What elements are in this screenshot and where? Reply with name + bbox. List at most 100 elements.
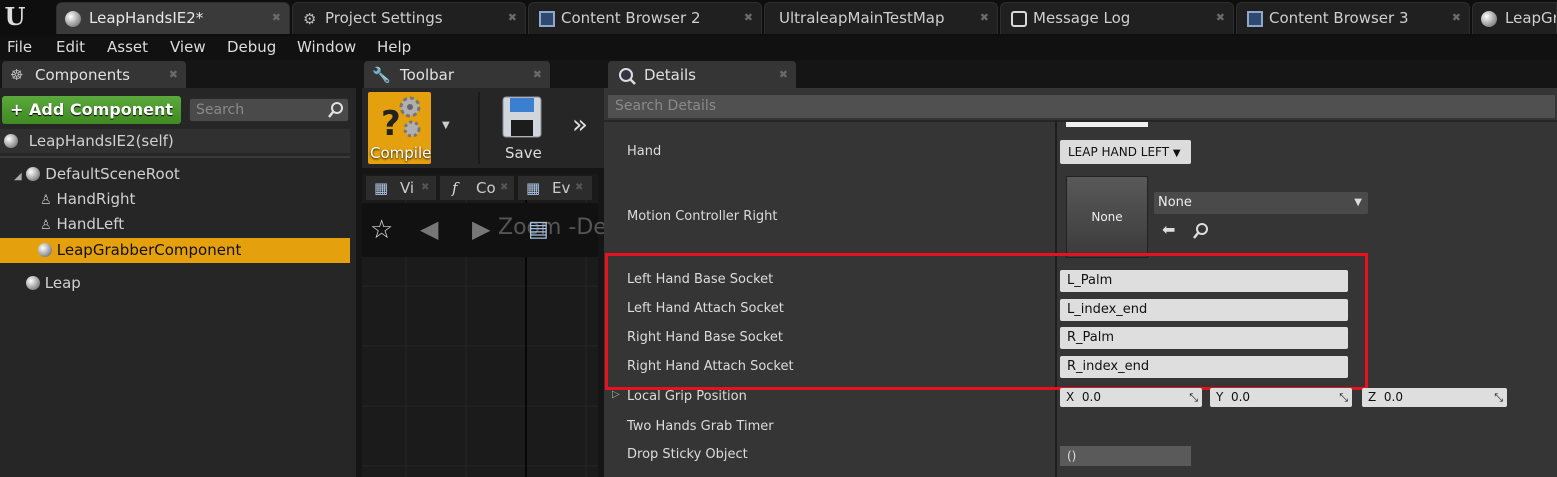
scene-component-icon	[26, 167, 41, 181]
unreal-logo-icon[interactable]: U	[0, 0, 30, 34]
tree-item-leap-grabber-component[interactable]: LeapGrabberComponent	[0, 238, 350, 263]
tree-item-default-scene-root[interactable]: ◢ DefaultSceneRoot	[14, 162, 350, 186]
save-button[interactable]: Save	[490, 92, 554, 164]
search-placeholder: Search	[196, 102, 245, 118]
tab-leaphandsie2[interactable]: LeapHandsIE2* ✖	[56, 2, 290, 34]
menu-help[interactable]: Help	[377, 36, 411, 60]
tab-message-log[interactable]: Message Log ✖	[1000, 2, 1234, 34]
tree-item-self[interactable]: LeapHandsIE2(self)	[0, 129, 350, 153]
back-arrow-icon[interactable]: ◀	[420, 215, 438, 243]
add-component-label: Add Component	[28, 100, 173, 119]
asset-thumbnail[interactable]: None	[1066, 176, 1148, 258]
tab-viewport[interactable]: ▦ Vi ✖	[366, 176, 436, 202]
close-icon[interactable]: ✖	[1452, 3, 1461, 33]
components-search-input[interactable]: Search	[189, 98, 349, 122]
compile-button[interactable]: ? Compile	[368, 92, 431, 164]
menu-view[interactable]: View	[170, 36, 206, 60]
content-browser-icon	[539, 11, 555, 27]
expand-arrow-icon: ◢	[14, 171, 22, 182]
close-icon[interactable]: ✖	[169, 61, 178, 89]
toolbar-separator	[478, 92, 480, 164]
close-icon[interactable]: ✖	[500, 176, 508, 200]
motion-controller-label: Motion Controller Right	[627, 209, 778, 224]
search-placeholder: Search Details	[615, 98, 717, 114]
tree-item-leap[interactable]: Leap	[26, 271, 350, 295]
wrench-icon: 🔧	[372, 66, 391, 84]
compile-options-dropdown-icon[interactable]: ▼	[442, 120, 450, 131]
close-icon[interactable]: ✖	[1216, 3, 1225, 33]
skeletal-mesh-icon: ♙	[40, 193, 52, 208]
save-label: Save	[505, 144, 542, 162]
resize-arrow-icon: ⤡	[1494, 391, 1503, 404]
add-component-button[interactable]: + Add Component ▼	[2, 96, 181, 145]
details-search-input[interactable]: Search Details	[608, 95, 1555, 118]
viewport-icon: ▦	[374, 179, 389, 197]
tab-leapgrabber[interactable]: LeapGr	[1472, 2, 1557, 34]
expand-arrow-icon[interactable]: ▷	[612, 389, 620, 400]
graph-toolbar: ☆ ◀ ▶ Zoom -De ▤	[362, 203, 607, 257]
close-icon[interactable]: ✖	[272, 3, 281, 33]
forward-arrow-icon[interactable]: ▶	[472, 215, 490, 243]
skeletal-mesh-icon: ♙	[40, 218, 52, 233]
menu-asset[interactable]: Asset	[107, 36, 148, 60]
drop-sticky-object-label: Drop Sticky Object	[627, 447, 748, 462]
tab-construction-script[interactable]: f Co ✖	[440, 176, 514, 202]
plus-icon: +	[10, 100, 24, 119]
resize-arrow-icon: ⤡	[1189, 391, 1198, 404]
close-icon[interactable]: ✖	[575, 176, 583, 200]
resize-arrow-icon: ⤡	[1339, 391, 1348, 404]
highlight-box	[605, 253, 1368, 390]
details-title: Details	[644, 66, 697, 84]
hand-value: LEAP HAND LEFT	[1068, 145, 1170, 159]
components-icon: ☸	[10, 66, 24, 84]
close-icon[interactable]: ✖	[744, 3, 753, 33]
function-icon: f	[452, 179, 458, 197]
use-selected-arrow-icon[interactable]: ⬅	[1162, 220, 1175, 239]
details-magnifier-icon	[619, 68, 636, 85]
drop-sticky-object-field[interactable]: ()	[1060, 446, 1191, 466]
tree-divider	[0, 156, 350, 158]
tab-ultraleap-main-test-map[interactable]: UltraleapMainTestMap ✖	[764, 2, 998, 34]
settings-icon: ⚙	[303, 10, 317, 28]
menu-edit[interactable]: Edit	[56, 36, 85, 60]
tree-item-label: HandLeft	[56, 215, 125, 233]
tab-content-browser-2[interactable]: Content Browser 2 ✖	[528, 2, 762, 34]
y-axis-label: Y	[1216, 390, 1224, 404]
dropdown-arrow-icon: ▼	[1354, 197, 1362, 208]
compile-label: Compile	[370, 144, 432, 162]
close-icon[interactable]: ✖	[421, 176, 429, 200]
tree-item-hand-right[interactable]: ♙ HandRight	[40, 187, 350, 211]
compile-icon: ?	[381, 96, 421, 141]
tab-label: Content Browser 2	[561, 9, 701, 27]
close-icon[interactable]: ✖	[533, 61, 542, 89]
details-panel-tab[interactable]: Details ✖	[608, 61, 796, 89]
svg-text:?: ?	[381, 104, 401, 141]
grip-z-field[interactable]: Z 0.0 ⤡	[1362, 388, 1507, 407]
close-icon[interactable]: ✖	[508, 3, 517, 33]
more-chevron-icon[interactable]: »	[572, 112, 588, 138]
toolbar-panel-tab[interactable]: 🔧 Toolbar ✖	[364, 61, 550, 89]
browse-search-icon[interactable]	[1192, 222, 1210, 240]
tab-label: Ev	[552, 179, 571, 197]
menu-debug[interactable]: Debug	[227, 36, 276, 60]
grip-x-field[interactable]: X 0.0 ⤡	[1060, 388, 1202, 407]
tab-label: Co	[476, 179, 496, 197]
asset-picker-value: None	[1158, 195, 1192, 210]
tab-event-graph[interactable]: ▦ Ev ✖	[518, 176, 592, 202]
menu-file[interactable]: File	[7, 36, 32, 60]
grip-y-field[interactable]: Y 0.0 ⤡	[1210, 388, 1352, 407]
hierarchy-icon[interactable]: ▤	[528, 217, 549, 242]
star-icon[interactable]: ☆	[370, 215, 393, 245]
components-panel-tab[interactable]: ☸ Components ✖	[2, 61, 186, 89]
close-icon[interactable]: ✖	[779, 61, 788, 89]
menu-window[interactable]: Window	[297, 36, 356, 60]
local-grip-position-label: Local Grip Position	[627, 389, 747, 404]
close-icon[interactable]: ✖	[980, 3, 989, 33]
tree-item-label: LeapGrabberComponent	[56, 241, 242, 259]
asset-picker-combo[interactable]: None ▼	[1154, 192, 1368, 214]
tree-item-hand-left[interactable]: ♙ HandLeft	[40, 212, 350, 236]
tab-content-browser-3[interactable]: Content Browser 3 ✖	[1236, 2, 1470, 34]
hand-dropdown[interactable]: LEAP HAND LEFT ▼	[1060, 140, 1191, 164]
tab-project-settings[interactable]: ⚙ Project Settings ✖	[292, 2, 526, 34]
hand-label: Hand	[627, 144, 662, 159]
